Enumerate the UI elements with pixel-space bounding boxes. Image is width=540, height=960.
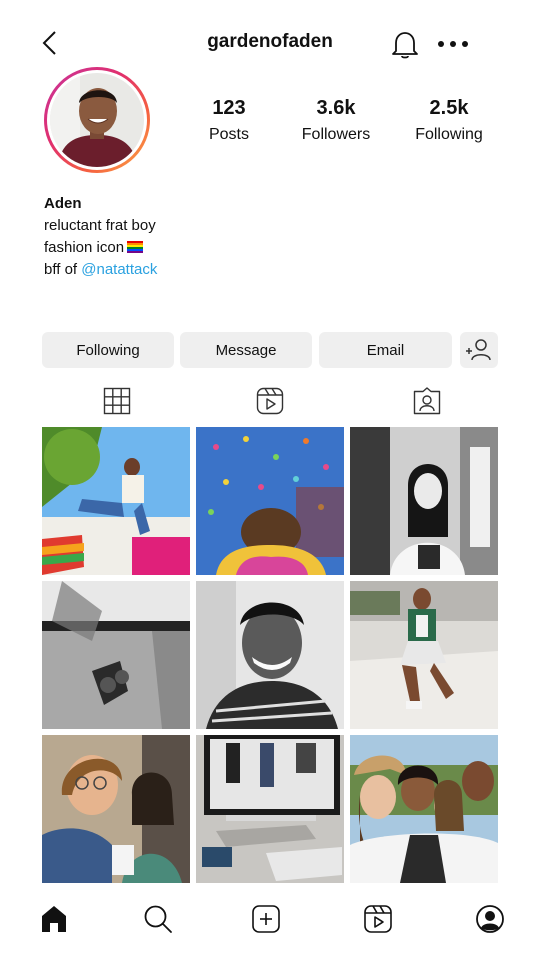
post-thumbnail[interactable]	[42, 427, 190, 575]
post-thumbnail[interactable]	[196, 581, 344, 729]
posts-grid	[42, 427, 498, 883]
post-thumbnail[interactable]	[350, 735, 498, 883]
followers-label: Followers	[301, 126, 371, 143]
post-thumbnail[interactable]	[42, 735, 190, 883]
nav-create[interactable]	[251, 904, 281, 934]
back-button[interactable]	[40, 30, 62, 56]
tab-grid[interactable]	[102, 386, 132, 416]
post-thumbnail[interactable]	[196, 427, 344, 575]
post-thumbnail[interactable]	[350, 427, 498, 575]
chevron-left-icon	[42, 31, 56, 55]
bottom-navigation	[0, 890, 540, 960]
bio-line: fashion icon	[44, 237, 157, 259]
posts-label: Posts	[208, 126, 249, 143]
posts-count: 123	[212, 97, 246, 119]
tab-reels[interactable]	[255, 386, 285, 416]
bell-icon	[392, 32, 418, 59]
grid-icon	[103, 387, 131, 415]
post-thumbnail[interactable]	[196, 735, 344, 883]
followers-count: 3.6k	[316, 97, 356, 119]
nav-profile[interactable]	[475, 904, 505, 934]
home-icon	[42, 906, 66, 932]
post-thumbnail[interactable]	[42, 581, 190, 729]
suggested-users-button[interactable]	[460, 332, 498, 368]
top-bar: gardenofaden	[0, 0, 540, 80]
profile-bio: Aden reluctant frat boy fashion icon bff…	[44, 193, 157, 281]
post-thumbnail[interactable]	[350, 581, 498, 729]
rainbow-flag-icon	[127, 241, 144, 253]
search-icon	[144, 905, 172, 933]
nav-search[interactable]	[143, 904, 173, 934]
following-button[interactable]: Following	[42, 332, 174, 368]
reels-icon	[256, 387, 284, 415]
tab-tagged[interactable]	[412, 386, 442, 416]
more-horizontal-icon	[438, 41, 468, 47]
following-label: Following	[415, 126, 483, 143]
message-button[interactable]: Message	[180, 332, 312, 368]
add-user-icon	[466, 339, 491, 361]
more-options-button[interactable]	[436, 37, 470, 49]
nav-home[interactable]	[39, 904, 69, 934]
following-count: 2.5k	[429, 97, 469, 119]
followers-stat[interactable]: 3.6k Followers	[281, 97, 391, 144]
bio-line: bff of @natattack	[44, 261, 158, 278]
notifications-button[interactable]	[391, 29, 419, 59]
reels-icon	[364, 905, 392, 933]
email-button[interactable]: Email	[319, 332, 452, 368]
following-stat[interactable]: 2.5k Following	[394, 97, 504, 144]
bio-line: reluctant frat boy	[44, 217, 156, 234]
profile-name: Aden	[44, 195, 82, 212]
profile-icon	[476, 905, 504, 933]
avatar-photo	[50, 73, 144, 167]
tagged-icon	[413, 387, 441, 415]
nav-reels[interactable]	[363, 904, 393, 934]
posts-stat[interactable]: 123 Posts	[174, 97, 284, 144]
create-icon	[252, 905, 280, 933]
mention-link[interactable]: @natattack	[81, 261, 157, 278]
profile-avatar[interactable]	[44, 67, 150, 173]
